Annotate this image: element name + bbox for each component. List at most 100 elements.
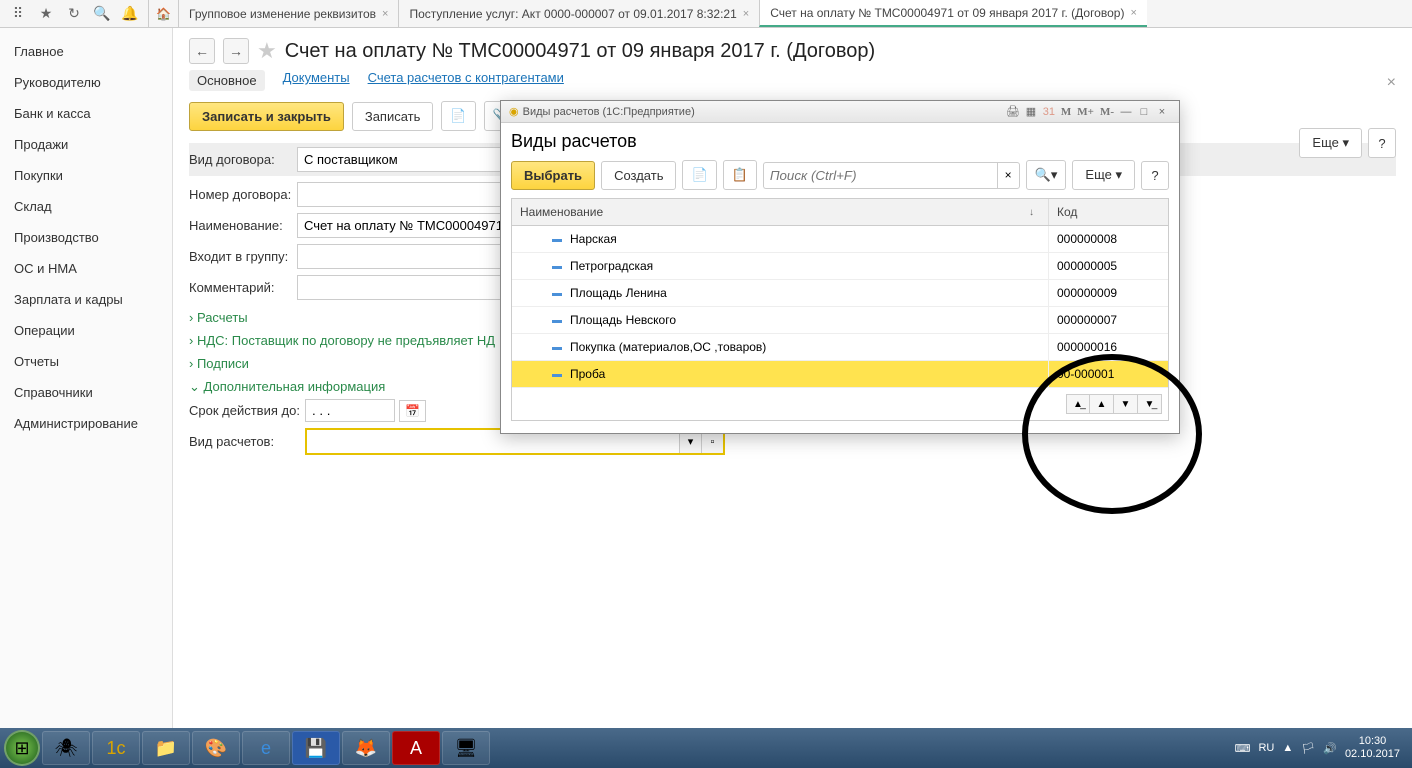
grid-row[interactable]: ▬Нарская000000008 [512,226,1168,253]
subnav-main[interactable]: Основное [189,70,265,91]
search-input[interactable] [763,162,997,189]
tab-1[interactable]: Поступление услуг: Акт 0000-000007 от 09… [398,0,759,27]
nav-first-icon[interactable]: ▲̲ [1066,394,1090,414]
star-icon[interactable]: ★ [32,2,60,26]
item-icon: ▬ [552,342,562,353]
calc-type-label: Вид расчетов: [189,434,305,449]
name-field[interactable] [297,213,517,238]
task-save[interactable]: 💾 [292,731,340,765]
mem-mplus[interactable]: M+ [1074,106,1097,118]
start-button[interactable]: ⊞ [4,730,40,766]
create-button[interactable]: Создать [601,161,676,190]
tab-0[interactable]: Групповое изменение реквизитов× [178,0,398,27]
mem-m[interactable]: M [1058,106,1074,118]
sidebar-item[interactable]: Покупки [0,160,172,191]
grid-icon[interactable]: ▦ [1022,105,1040,118]
task-firefox[interactable]: 🦊 [342,731,390,765]
grid-row[interactable]: ▬Площадь Ленина000000009 [512,280,1168,307]
more-button[interactable]: Еще ▾ [1299,128,1362,158]
system-tray[interactable]: ⌨ RU ▲ 🏳 🔊 10:30 02.10.2017 [1235,735,1408,761]
search-icon[interactable]: 🔍 [88,2,116,26]
item-icon: ▬ [552,288,562,299]
grid-row[interactable]: ▬Покупка (материалов,ОС ,товаров)0000000… [512,334,1168,361]
apps-icon[interactable]: ⠿ [4,2,32,26]
tray-lang[interactable]: RU [1258,742,1274,754]
task-app-1[interactable]: 🕷 [42,731,90,765]
grid-row[interactable]: ▬Площадь Невского000000007 [512,307,1168,334]
row-name: Нарская [570,232,617,246]
grid-row[interactable]: ▬Проба00-000001 [512,361,1168,388]
subnav-docs[interactable]: Документы [283,70,350,91]
list-button[interactable]: 📋 [723,160,757,190]
close-icon[interactable]: × [1130,7,1136,19]
sidebar-item[interactable]: Зарплата и кадры [0,284,172,315]
valid-date-field[interactable] [305,399,395,422]
close-icon[interactable]: × [1153,106,1171,118]
bell-icon[interactable]: 🔔 [116,2,144,26]
task-ie[interactable]: e [242,731,290,765]
sidebar-item[interactable]: Отчеты [0,346,172,377]
row-code: 000000016 [1048,334,1168,360]
favorite-icon[interactable]: ★ [257,38,277,64]
task-app-3[interactable]: 🎨 [192,731,240,765]
sidebar-item[interactable]: Операции [0,315,172,346]
row-code: 000000008 [1048,226,1168,252]
grid-row[interactable]: ▬Петроградская000000005 [512,253,1168,280]
nav-down-icon[interactable]: ▼ [1114,394,1138,414]
help-button[interactable]: ? [1368,128,1396,158]
sidebar-item[interactable]: Справочники [0,377,172,408]
copy-button[interactable]: 📄 [682,160,716,190]
sidebar-item[interactable]: Банк и касса [0,98,172,129]
name-label: Наименование: [189,218,297,233]
sidebar-item[interactable]: Главное [0,36,172,67]
contract-type-field[interactable]: С поставщиком [297,147,517,172]
popup-more-button[interactable]: Еще ▾ [1072,160,1135,190]
cal-icon[interactable]: 31 [1040,106,1058,118]
calendar-icon[interactable]: 📅 [399,400,426,422]
file-button[interactable]: 📄 [441,101,475,131]
nav-up-icon[interactable]: ▲ [1090,394,1114,414]
close-icon[interactable]: × [743,8,749,20]
sidebar-item[interactable]: Продажи [0,129,172,160]
tab-2[interactable]: Счет на оплату № ТМС00004971 от 09 январ… [759,0,1147,27]
tray-keyboard-icon[interactable]: ⌨ [1235,742,1251,755]
mem-mminus[interactable]: M- [1097,106,1117,118]
contract-no-field[interactable] [297,182,517,207]
sidebar-item[interactable]: Руководителю [0,67,172,98]
home-tab[interactable]: 🏠 [148,0,178,27]
tray-flag-icon[interactable]: 🏳 [1301,742,1315,755]
maximize-icon[interactable]: □ [1135,106,1153,118]
tray-volume-icon[interactable]: 🔊 [1323,742,1337,755]
subnav-accounts[interactable]: Счета расчетов с контрагентами [368,70,564,91]
sidebar-item[interactable]: Администрирование [0,408,172,439]
forward-button[interactable]: → [223,38,249,64]
clear-search-icon[interactable]: × [997,162,1020,189]
task-explorer[interactable]: 📁 [142,731,190,765]
print-icon[interactable]: 🖨 [1004,105,1022,118]
find-button[interactable]: 🔍▾ [1026,160,1067,190]
group-field[interactable] [297,244,517,269]
sidebar-item[interactable]: ОС и НМА [0,253,172,284]
close-page-icon[interactable]: × [1387,74,1396,92]
tray-up-icon[interactable]: ▲ [1282,742,1293,754]
nav-last-icon[interactable]: ▼̲ [1138,394,1162,414]
row-name: Петроградская [570,259,653,273]
close-icon[interactable]: × [382,8,388,20]
popup-titlebar[interactable]: ◉ Виды расчетов (1С:Предприятие) 🖨 ▦ 31 … [501,101,1179,123]
history-icon[interactable]: ↻ [60,2,88,26]
save-close-button[interactable]: Записать и закрыть [189,102,344,131]
save-button[interactable]: Записать [352,102,434,131]
back-button[interactable]: ← [189,38,215,64]
col-name-header[interactable]: Наименование↓ [512,199,1048,225]
sidebar-item[interactable]: Склад [0,191,172,222]
task-adobe[interactable]: A [392,731,440,765]
col-code-header[interactable]: Код [1048,199,1168,225]
task-app-2[interactable]: 1c [92,731,140,765]
minimize-icon[interactable]: — [1117,106,1135,118]
task-monitor[interactable]: 🖥 [442,731,490,765]
tray-clock[interactable]: 10:30 02.10.2017 [1345,735,1400,761]
sidebar-item[interactable]: Производство [0,222,172,253]
comment-field[interactable] [297,275,517,300]
choose-button[interactable]: Выбрать [511,161,595,190]
popup-help-button[interactable]: ? [1141,161,1169,190]
